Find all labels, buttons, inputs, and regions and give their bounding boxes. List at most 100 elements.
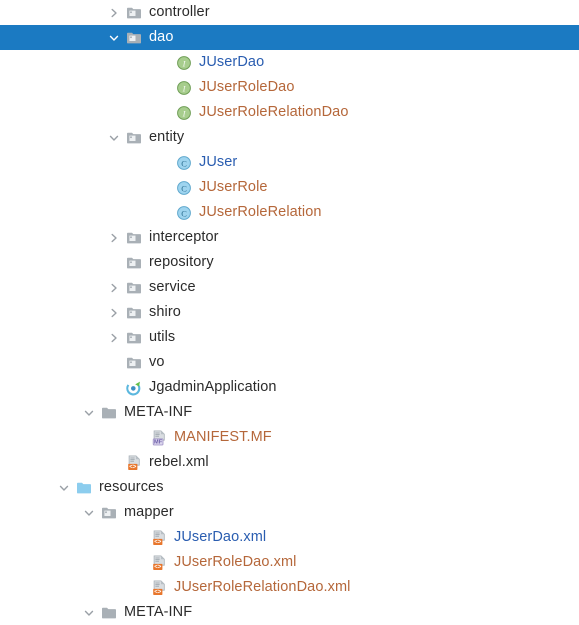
- tree-row[interactable]: <> JUserRoleRelationDao.xml: [0, 575, 579, 600]
- chevron-right-icon[interactable]: [105, 275, 123, 300]
- twisty-placeholder: [105, 350, 123, 375]
- plain-folder-icon: [98, 400, 120, 425]
- tree-row[interactable]: repository: [0, 250, 579, 275]
- chevron-right-icon[interactable]: [105, 300, 123, 325]
- package-folder-icon: [123, 0, 145, 25]
- chevron-right-icon[interactable]: [105, 325, 123, 350]
- chevron-down-icon[interactable]: [80, 600, 98, 625]
- tree-row[interactable]: <> JUserRoleDao.xml: [0, 550, 579, 575]
- twisty-placeholder: [155, 100, 173, 125]
- twisty-placeholder: [155, 75, 173, 100]
- tree-row-label: MANIFEST.MF: [174, 429, 272, 445]
- tree-row-label: JgadminApplication: [149, 379, 277, 395]
- twisty-placeholder: [105, 250, 123, 275]
- tree-row[interactable]: shiro: [0, 300, 579, 325]
- tree-row-label: META-INF: [124, 404, 193, 420]
- svg-text:C: C: [181, 159, 187, 168]
- xml-file-icon: <>: [148, 525, 170, 550]
- package-folder-icon: [123, 325, 145, 350]
- tree-row[interactable]: interceptor: [0, 225, 579, 250]
- twisty-placeholder: [130, 425, 148, 450]
- chevron-down-icon[interactable]: [105, 125, 123, 150]
- class-icon: C: [173, 175, 195, 200]
- svg-text:<>: <>: [129, 463, 137, 470]
- svg-text:MF: MF: [154, 439, 163, 445]
- package-folder-icon: [123, 350, 145, 375]
- tree-row-label: JUserRoleDao.xml: [174, 554, 297, 570]
- xml-file-icon: <>: [148, 575, 170, 600]
- tree-row[interactable]: mapper: [0, 500, 579, 525]
- interface-icon: I: [173, 100, 195, 125]
- spring-boot-icon: [123, 375, 145, 400]
- tree-row[interactable]: <> JUserDao.xml: [0, 525, 579, 550]
- tree-row[interactable]: service: [0, 275, 579, 300]
- xml-file-icon: <>: [123, 450, 145, 475]
- tree-row-label: JUserDao: [199, 54, 265, 70]
- tree-row[interactable]: resources: [0, 475, 579, 500]
- tree-row[interactable]: MF MANIFEST.MF: [0, 425, 579, 450]
- tree-row[interactable]: utils: [0, 325, 579, 350]
- tree-row-label: JUserRoleRelationDao.xml: [174, 579, 351, 595]
- xml-file-icon: <>: [148, 550, 170, 575]
- svg-text:<>: <>: [154, 588, 162, 595]
- tree-row-label: JUserRoleRelationDao: [199, 104, 349, 120]
- svg-text:<>: <>: [154, 538, 162, 545]
- chevron-down-icon[interactable]: [55, 475, 73, 500]
- tree-row[interactable]: META-INF: [0, 400, 579, 425]
- tree-row-label: JUserDao.xml: [174, 529, 267, 545]
- tree-row-label: JUserRoleDao: [199, 79, 295, 95]
- chevron-down-icon[interactable]: [80, 400, 98, 425]
- tree-row[interactable]: I JUserDao: [0, 50, 579, 75]
- tree-row[interactable]: entity: [0, 125, 579, 150]
- tree-row[interactable]: I JUserRoleDao: [0, 75, 579, 100]
- tree-row[interactable]: C JUser: [0, 150, 579, 175]
- package-folder-icon: [123, 25, 145, 50]
- tree-row-label: rebel.xml: [149, 454, 209, 470]
- package-folder-icon: [123, 125, 145, 150]
- twisty-placeholder: [155, 150, 173, 175]
- tree-row[interactable]: vo: [0, 350, 579, 375]
- tree-row-label: shiro: [149, 304, 181, 320]
- chevron-down-icon[interactable]: [105, 25, 123, 50]
- tree-row-label: JUserRoleRelation: [199, 204, 322, 220]
- chevron-right-icon[interactable]: [105, 225, 123, 250]
- tree-row-label: interceptor: [149, 229, 219, 245]
- tree-row[interactable]: controller: [0, 0, 579, 25]
- chevron-down-icon[interactable]: [80, 500, 98, 525]
- tree-row[interactable]: I JUserRoleRelationDao: [0, 100, 579, 125]
- package-folder-icon: [123, 300, 145, 325]
- tree-row-label: utils: [149, 329, 176, 345]
- project-tree[interactable]: controller dao I JUserDao I JUserRoleDao I JUse…: [0, 0, 579, 620]
- twisty-placeholder: [155, 175, 173, 200]
- tree-row[interactable]: C JUserRole: [0, 175, 579, 200]
- tree-row[interactable]: dao: [0, 25, 579, 50]
- tree-row[interactable]: <> rebel.xml: [0, 450, 579, 475]
- manifest-icon: MF: [148, 425, 170, 450]
- tree-row[interactable]: JgadminApplication: [0, 375, 579, 400]
- twisty-placeholder: [105, 450, 123, 475]
- svg-text:C: C: [181, 209, 187, 218]
- package-folder-icon: [123, 275, 145, 300]
- twisty-placeholder: [105, 375, 123, 400]
- tree-row[interactable]: C JUserRoleRelation: [0, 200, 579, 225]
- tree-row[interactable]: META-INF: [0, 600, 579, 625]
- chevron-right-icon[interactable]: [105, 0, 123, 25]
- tree-row-label: entity: [149, 129, 185, 145]
- tree-row-label: resources: [99, 479, 164, 495]
- twisty-placeholder: [130, 575, 148, 600]
